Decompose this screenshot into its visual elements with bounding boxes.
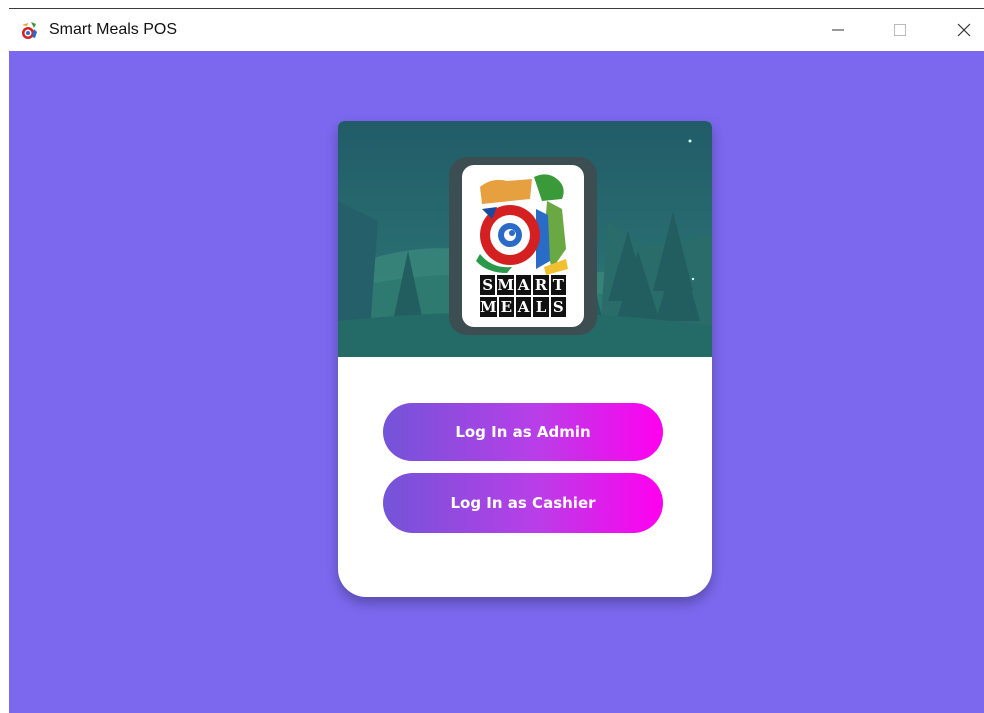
app-logo-icon <box>19 20 39 40</box>
logo-frame: SMART MEALS <box>449 157 597 335</box>
window-title: Smart Meals POS <box>49 21 178 38</box>
maximize-icon <box>894 24 906 36</box>
login-card: SMART MEALS Log In as Admin Log In as Ca… <box>338 121 712 597</box>
minimize-icon <box>832 29 844 31</box>
minimize-button[interactable] <box>815 9 861 51</box>
food-illustration-icon <box>476 174 568 275</box>
login-admin-button[interactable]: Log In as Admin <box>383 403 663 461</box>
title-bar[interactable]: Smart Meals POS <box>9 9 984 51</box>
logo-text-smart: SMART <box>479 275 567 295</box>
close-icon <box>957 23 971 37</box>
main-content: SMART MEALS Log In as Admin Log In as Ca… <box>9 51 984 713</box>
app-window: Smart Meals POS S M A R T M E A L S Log … <box>9 8 984 713</box>
maximize-button[interactable] <box>877 9 923 51</box>
logo-text-meals: MEALS <box>479 297 567 317</box>
smart-meals-logo: SMART MEALS <box>462 165 584 327</box>
login-cashier-button[interactable]: Log In as Cashier <box>383 473 663 533</box>
close-button[interactable] <box>941 9 984 51</box>
